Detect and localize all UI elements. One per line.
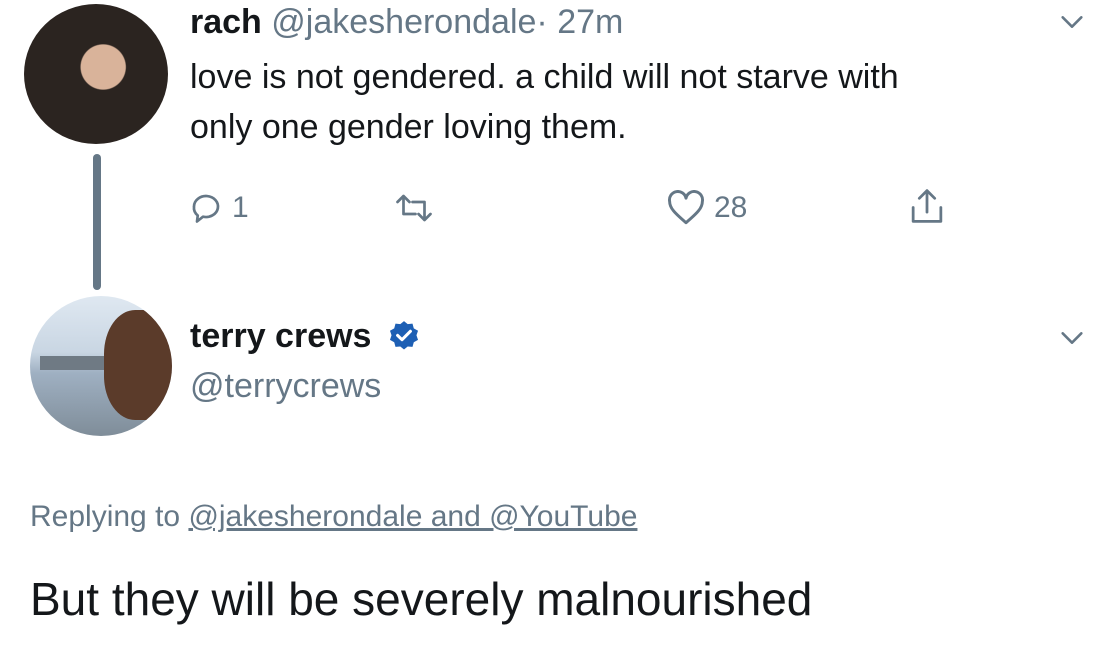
tweet1-author-handle[interactable]: @jakesherondale bbox=[271, 3, 536, 41]
tweet2-header: terry crews bbox=[190, 316, 421, 356]
like-button[interactable]: 28 bbox=[666, 190, 747, 226]
tweet1-timestamp[interactable]: · 27m bbox=[536, 3, 623, 41]
retweet-icon bbox=[396, 194, 432, 222]
tweet1-text-line1: love is not gendered. a child will not s… bbox=[190, 58, 899, 96]
tweet1-text-line2: only one gender loving them. bbox=[190, 108, 627, 146]
replying-to-label: Replying to bbox=[30, 500, 181, 533]
tweet2-text: But they will be severely malnourished bbox=[30, 573, 813, 625]
chevron-down-icon[interactable] bbox=[1058, 324, 1086, 352]
tweet2-handle-line: @terrycrews bbox=[190, 366, 381, 406]
share-icon bbox=[911, 189, 943, 223]
like-count: 28 bbox=[714, 191, 748, 224]
tweet2-author-handle[interactable]: @terrycrews bbox=[190, 367, 381, 405]
avatar-rach[interactable] bbox=[24, 4, 168, 144]
replying-to: Replying to @jakesherondale and @YouTube bbox=[30, 500, 637, 534]
share-button[interactable] bbox=[908, 186, 946, 226]
replying-to-mentions[interactable]: @jakesherondale and @YouTube bbox=[188, 500, 637, 533]
tweet1-header: rach @jakesherondale· 27m bbox=[190, 2, 623, 42]
reply-button[interactable]: 1 bbox=[188, 190, 249, 226]
avatar-face bbox=[104, 310, 172, 420]
reply-count: 1 bbox=[232, 191, 249, 224]
retweet-button[interactable] bbox=[392, 190, 436, 226]
chevron-down-icon[interactable] bbox=[1058, 8, 1086, 36]
verified-badge-icon bbox=[389, 321, 418, 350]
thread-connector-line bbox=[93, 154, 101, 290]
reply-icon bbox=[192, 194, 220, 223]
tweet1-author-name[interactable]: rach bbox=[190, 3, 262, 41]
tweet1-actions: 1 28 bbox=[188, 189, 968, 234]
avatar-terry[interactable] bbox=[30, 296, 172, 436]
tweet2-author-name[interactable]: terry crews bbox=[190, 317, 371, 355]
heart-icon bbox=[668, 190, 704, 225]
tweet1-text: love is not gendered. a child will not s… bbox=[190, 52, 899, 152]
